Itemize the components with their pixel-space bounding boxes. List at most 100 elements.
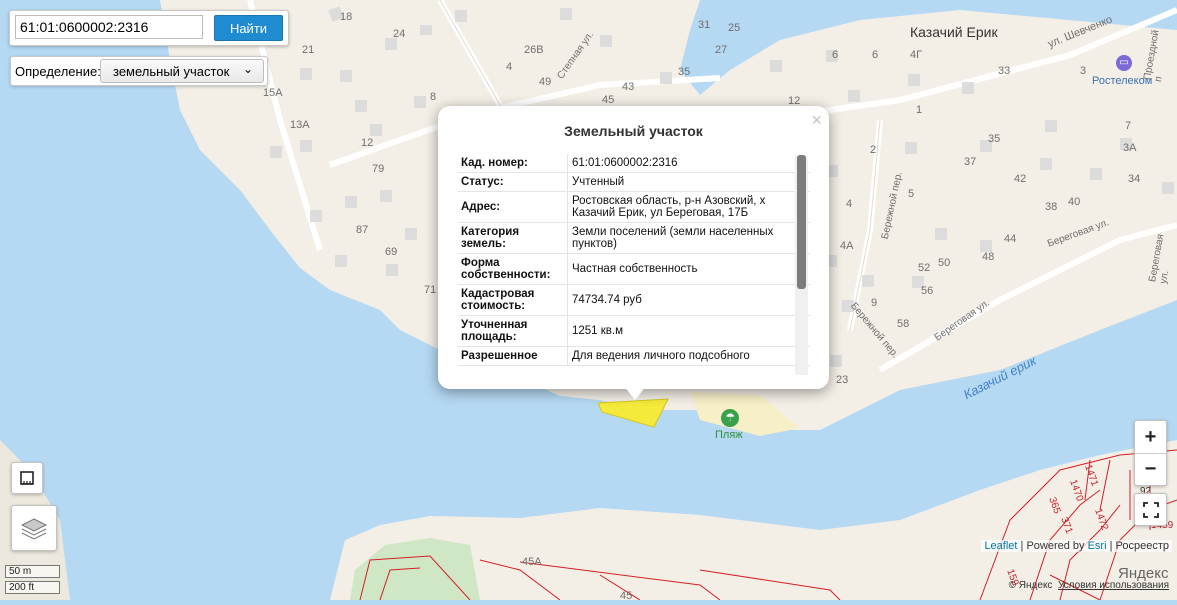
house-number: 50 bbox=[938, 257, 951, 269]
house-number: 8 bbox=[430, 91, 437, 103]
row-key: Форма собственности: bbox=[458, 254, 568, 284]
row-value: Частная собственность bbox=[572, 263, 698, 275]
house-number: 4 bbox=[506, 61, 513, 73]
row-value: Земли поселений (земли населенных пункто… bbox=[572, 226, 774, 250]
cadastre-search-input[interactable] bbox=[15, 15, 203, 39]
row-key: Адрес: bbox=[458, 192, 568, 222]
house-number: 37 bbox=[964, 156, 977, 168]
house-number: 3 bbox=[1080, 65, 1087, 77]
house-number: 31 bbox=[698, 19, 711, 31]
definition-selected-value: земельный участок bbox=[113, 64, 230, 79]
search-button[interactable]: Найти bbox=[214, 15, 283, 41]
scale-metric: 50 m bbox=[5, 565, 60, 578]
house-number: 45 bbox=[620, 590, 633, 602]
search-panel: Найти bbox=[9, 10, 289, 46]
fullscreen-icon bbox=[1142, 501, 1159, 518]
table-row: Уточненная площадь: 1251 кв.м bbox=[458, 316, 810, 347]
row-key: Уточненная площадь: bbox=[458, 316, 568, 346]
layers-icon bbox=[20, 518, 48, 540]
house-number: 42 bbox=[1014, 173, 1027, 185]
scale-imperial: 200 ft bbox=[5, 581, 60, 594]
copyright: © Яндекс Условия использования bbox=[1008, 580, 1169, 591]
house-number: 23 bbox=[836, 374, 849, 386]
poi-beach-label: Пляж bbox=[715, 429, 743, 441]
measure-button[interactable] bbox=[11, 462, 43, 494]
row-key: Разрешенное bbox=[458, 347, 568, 365]
house-number: 38 bbox=[1045, 201, 1058, 213]
house-number: 4А bbox=[840, 240, 854, 252]
zoom-control: + − bbox=[1134, 420, 1167, 486]
table-row: Кадастровая стоимость: 74734.74 руб bbox=[458, 285, 810, 316]
house-number: 34 bbox=[1128, 173, 1141, 185]
house-number: 43 bbox=[622, 81, 635, 93]
chevron-down-icon: ⌄ bbox=[242, 62, 253, 76]
zoom-in-button[interactable]: + bbox=[1135, 422, 1166, 454]
definition-select[interactable]: земельный участок ⌄ bbox=[100, 59, 264, 83]
zoom-out-button[interactable]: − bbox=[1135, 454, 1166, 485]
row-value: 1251 кв.м bbox=[572, 325, 624, 337]
beach-poi-icon[interactable]: ☂ bbox=[721, 409, 739, 427]
place-name: Казачий Ерик bbox=[910, 24, 998, 40]
leaflet-link[interactable]: Leaflet bbox=[984, 540, 1017, 552]
house-number: 3А bbox=[1123, 142, 1137, 154]
attribution: Leaflet | Powered by Esri | Росреестр bbox=[981, 540, 1172, 552]
row-value: Ростовская область, р-н Азовский, х Каза… bbox=[572, 195, 766, 219]
house-number: 9 bbox=[871, 297, 878, 309]
table-row: Адрес: Ростовская область, р-н Азовский,… bbox=[458, 192, 810, 223]
house-number: 25 bbox=[728, 22, 741, 34]
popup-table: Кад. номер: 61:01:0600002:2316 Статус: У… bbox=[458, 154, 810, 376]
table-row: Кад. номер: 61:01:0600002:2316 bbox=[458, 154, 810, 173]
house-number: 69 bbox=[385, 246, 398, 258]
rostelecom-poi-icon[interactable]: ▭ bbox=[1116, 55, 1132, 71]
house-number: 5 bbox=[908, 188, 915, 200]
house-number: 33 bbox=[998, 65, 1011, 77]
house-number: 6 bbox=[832, 49, 839, 61]
parcel-popup: × Земельный участок Кад. номер: 61:01:06… bbox=[438, 106, 829, 389]
row-key: Статус: bbox=[458, 173, 568, 191]
table-row: Форма собственности: Частная собственнос… bbox=[458, 254, 810, 285]
row-value: Для ведения личного подсобного bbox=[572, 350, 750, 362]
row-key: Кадастровая стоимость: bbox=[458, 285, 568, 315]
house-number: 18 bbox=[340, 11, 353, 23]
house-number: 27 bbox=[715, 44, 728, 56]
popup-scrollbar[interactable] bbox=[795, 155, 808, 375]
popup-tip bbox=[624, 386, 646, 400]
layers-button[interactable] bbox=[11, 505, 57, 551]
house-number: 79 bbox=[372, 163, 385, 175]
house-number: 24 bbox=[393, 28, 406, 40]
house-number: 87 bbox=[356, 224, 369, 236]
house-number: 21 bbox=[302, 44, 315, 56]
esri-link[interactable]: Esri bbox=[1088, 540, 1107, 552]
house-number: 56 bbox=[921, 285, 934, 297]
table-row: Категория земель: Земли поселений (земли… bbox=[458, 223, 810, 254]
fullscreen-button[interactable] bbox=[1134, 493, 1167, 526]
house-number: 7 bbox=[1125, 120, 1132, 132]
house-number: 13А bbox=[290, 119, 310, 131]
house-number: 45 bbox=[602, 94, 615, 106]
row-key: Категория земель: bbox=[458, 223, 568, 253]
house-number: 49 bbox=[539, 76, 552, 88]
house-number: 2 bbox=[870, 144, 877, 156]
house-number: 4 bbox=[846, 198, 853, 210]
terms-link[interactable]: Условия использования bbox=[1058, 580, 1169, 591]
house-number: 52 bbox=[918, 262, 931, 274]
house-number: 35 bbox=[678, 66, 691, 78]
row-key: Кад. номер: bbox=[458, 154, 568, 172]
row-value: 74734.74 руб bbox=[572, 294, 642, 306]
ruler-icon bbox=[20, 471, 34, 485]
house-number: 35 bbox=[988, 133, 1001, 145]
house-number: 4Г bbox=[910, 49, 923, 61]
house-number: 6 bbox=[872, 49, 879, 61]
house-number: 26В bbox=[524, 44, 544, 56]
house-number: 40 bbox=[1068, 196, 1081, 208]
table-row: Разрешенное Для ведения личного подсобно… bbox=[458, 347, 810, 366]
house-number: 15А bbox=[263, 87, 283, 99]
scrollbar-thumb[interactable] bbox=[797, 155, 806, 289]
house-number: 48 bbox=[982, 251, 995, 263]
house-number: 45А bbox=[522, 556, 542, 568]
house-number: 1 bbox=[916, 104, 923, 116]
table-row: Статус: Учтенный bbox=[458, 173, 810, 192]
house-number: 58 bbox=[897, 318, 910, 330]
house-number: 71 bbox=[424, 284, 437, 296]
row-value: Учтенный bbox=[572, 176, 625, 188]
